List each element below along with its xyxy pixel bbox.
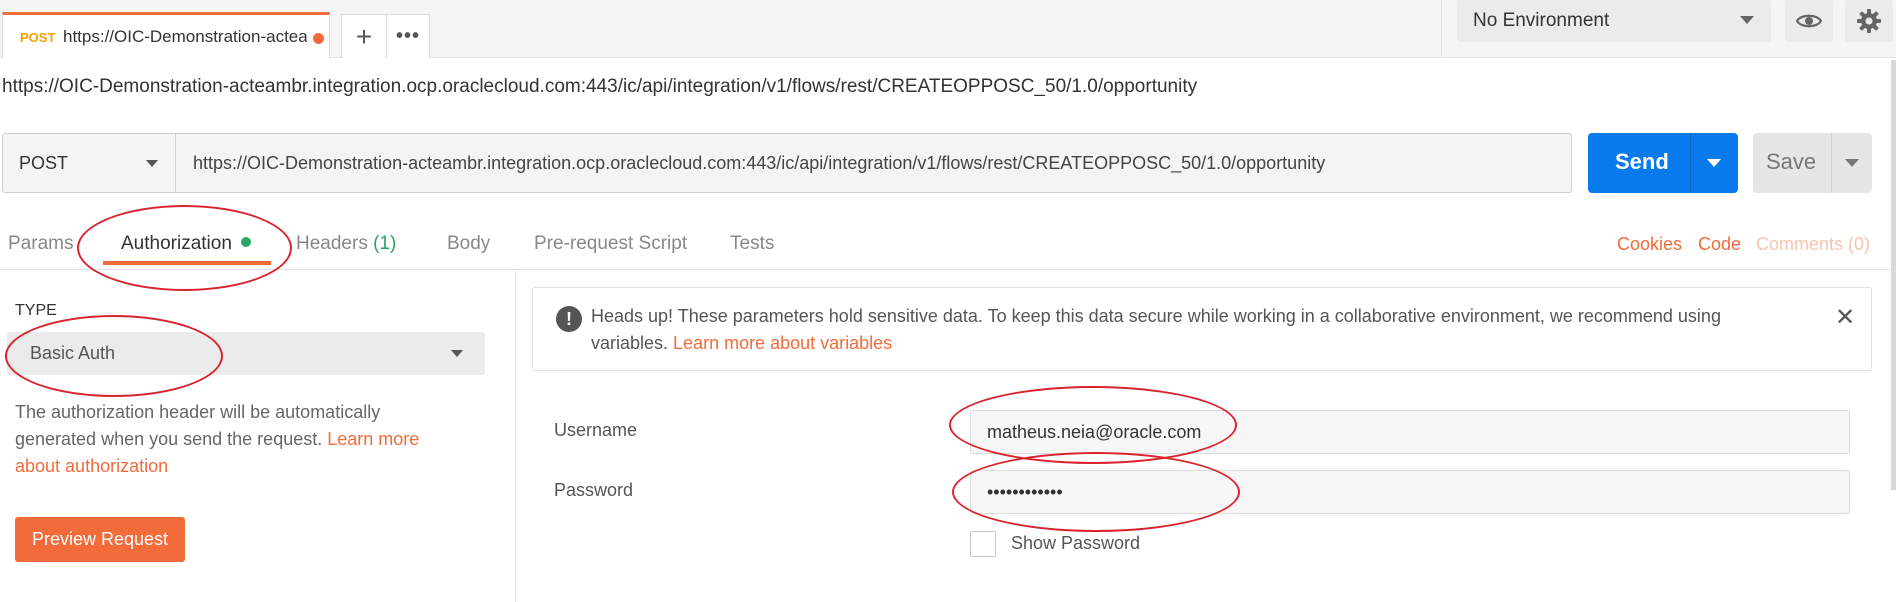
chevron-down-icon	[451, 350, 463, 357]
request-title: https://OIC-Demonstration-acteambr.integ…	[2, 76, 1198, 97]
annotation-ellipse	[77, 205, 292, 291]
username-label: Username	[554, 420, 638, 440]
request-tab[interactable]: POST https://OIC-Demonstration-acteambr.…	[2, 12, 330, 58]
url-input[interactable]: https://OIC-Demonstration-acteambr.integ…	[175, 133, 1572, 193]
save-options-chevron-icon[interactable]	[1845, 159, 1859, 167]
headers-count-badge: (1)	[373, 233, 397, 254]
send-button[interactable]: Send	[1588, 133, 1738, 193]
save-button-label: Save	[1766, 149, 1817, 174]
chevron-down-icon	[146, 160, 158, 167]
panel-divider	[515, 271, 516, 602]
notice-text: Heads up! These parameters hold sensitiv…	[591, 303, 1791, 357]
annotation-ellipse	[952, 452, 1240, 532]
tab-tests[interactable]: Tests	[730, 233, 774, 255]
scrollbar[interactable]	[1891, 60, 1896, 490]
tab-body[interactable]: Body	[447, 233, 490, 255]
environment-select[interactable]: No Environment	[1457, 0, 1771, 42]
settings-button[interactable]	[1845, 0, 1893, 42]
cookies-link[interactable]: Cookies	[1617, 234, 1682, 255]
annotation-ellipse	[5, 315, 223, 397]
comments-link[interactable]: Comments (0)	[1756, 234, 1870, 255]
send-options-chevron-icon[interactable]	[1707, 159, 1721, 167]
method-select-value: POST	[19, 153, 69, 173]
eye-icon	[1796, 14, 1822, 28]
show-password-checkbox[interactable]	[970, 531, 996, 557]
close-icon[interactable]: ✕	[1835, 306, 1855, 330]
preview-request-button[interactable]: Preview Request	[15, 517, 185, 562]
top-tab-bar: POST https://OIC-Demonstration-acteambr.…	[0, 0, 1896, 58]
info-icon: !	[556, 306, 582, 332]
auth-description: The authorization header will be automat…	[15, 399, 460, 480]
tab-headers[interactable]: Headers (1)	[296, 233, 396, 255]
send-button-label: Send	[1615, 149, 1669, 174]
environment-quick-look-button[interactable]	[1785, 0, 1833, 42]
show-password-label[interactable]: Show Password	[1011, 533, 1140, 554]
auth-type-label: TYPE	[15, 302, 57, 319]
more-tabs-button[interactable]: •••	[386, 14, 430, 58]
save-button[interactable]: Save	[1753, 133, 1872, 193]
tab-params[interactable]: Params	[8, 233, 73, 255]
request-tab-url: https://OIC-Demonstration-acteambr.integ…	[63, 27, 307, 46]
divider	[1441, 0, 1442, 58]
auth-description-text: The authorization header will be automat…	[15, 402, 381, 449]
unsaved-dot-icon	[313, 33, 324, 44]
code-link[interactable]: Code	[1698, 234, 1741, 255]
sensitive-data-notice: ! Heads up! These parameters hold sensit…	[532, 287, 1872, 371]
method-select[interactable]: POST	[2, 133, 176, 193]
divider	[1831, 133, 1832, 193]
learn-more-variables-link[interactable]: Learn more about variables	[673, 333, 892, 353]
url-input-value: https://OIC-Demonstration-acteambr.integ…	[193, 153, 1326, 173]
tab-pre-request-script[interactable]: Pre-request Script	[534, 233, 687, 255]
environment-select-value: No Environment	[1473, 10, 1610, 31]
gear-icon	[1857, 9, 1881, 33]
new-tab-button[interactable]: +	[341, 14, 387, 58]
tab-headers-label: Headers	[296, 233, 368, 254]
request-tab-method: POST	[20, 30, 56, 45]
divider	[1690, 133, 1691, 193]
password-label: Password	[554, 480, 634, 500]
chevron-down-icon	[1740, 16, 1754, 24]
